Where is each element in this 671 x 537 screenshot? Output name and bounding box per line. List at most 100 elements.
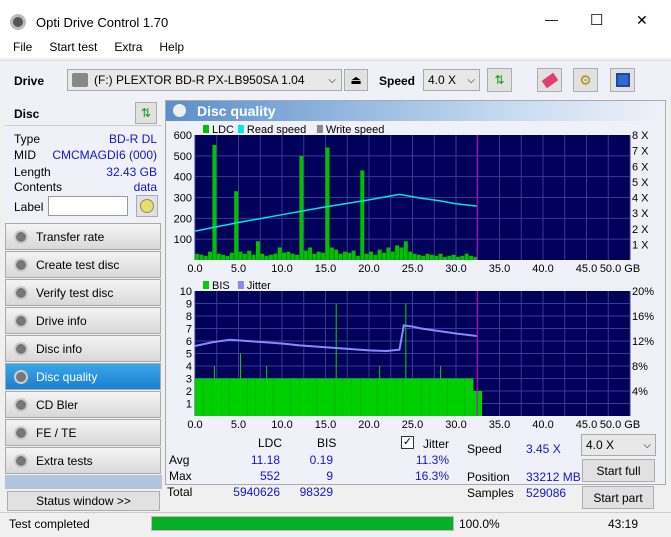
ldc-bar <box>408 251 413 260</box>
ldc-bar <box>464 253 469 260</box>
y-tick-label: 9 <box>186 299 192 311</box>
y2-tick-label: 8 X <box>632 130 649 142</box>
ldc-bar <box>251 254 256 260</box>
y-tick-label: 1 <box>186 399 192 411</box>
speed-stat-label: Speed <box>467 442 502 456</box>
status-bar: Test completed 100.0% 43:19 <box>0 512 671 537</box>
ldc-bar <box>438 253 443 260</box>
ldc-bar <box>425 253 430 260</box>
x-tick-label: 20.0 <box>358 263 379 275</box>
bis-bar <box>360 378 369 416</box>
ldc-bar <box>208 251 213 260</box>
ldc-bar <box>456 256 460 260</box>
ldc-bar <box>308 247 313 260</box>
ldc-bar <box>264 255 269 260</box>
legend-label: LDC <box>212 124 234 136</box>
ldc-bar <box>229 252 234 260</box>
ldc-bar <box>212 145 217 260</box>
bis-bar <box>464 378 474 416</box>
bis-bar <box>412 378 422 416</box>
bis-total: 98329 <box>299 485 333 499</box>
y2-tick-label: 3 X <box>632 208 649 220</box>
x-tick-label: 5.0 <box>231 263 246 275</box>
y-tick-label: 500 <box>174 151 192 163</box>
ldc-bar <box>373 254 378 260</box>
ldc-bar <box>282 252 286 260</box>
ldc-max: 552 <box>259 469 280 483</box>
legend-label: Jitter <box>247 280 271 292</box>
y-tick-label: 200 <box>174 213 192 225</box>
elapsed-time: 43:19 <box>608 517 639 531</box>
bis-bar <box>273 378 282 416</box>
legend-label: BIS <box>212 280 230 292</box>
ldc-bar <box>260 253 265 260</box>
ldc-bar <box>412 253 417 260</box>
ldc-bar <box>416 254 421 260</box>
bis-bar <box>438 378 448 416</box>
y-tick-label: 7 <box>186 324 192 336</box>
ldc-bar <box>277 247 282 260</box>
y-tick-label: 10 <box>180 286 192 298</box>
ldc-bar <box>403 241 408 260</box>
ldc-bar <box>469 255 474 260</box>
start-full-label: Start full <box>596 463 641 478</box>
legend-label: Read speed <box>247 124 306 136</box>
ldc-bar <box>421 255 426 260</box>
ldc-bar <box>268 254 273 260</box>
y2-tick-label: 1 X <box>632 239 649 251</box>
ldc-bar <box>221 254 226 260</box>
bis-bar <box>282 378 291 416</box>
position-value: 33212 MB <box>526 470 581 484</box>
ldc-bar <box>386 247 391 260</box>
ldc-bar <box>238 251 243 260</box>
ldc-bar <box>351 250 356 260</box>
ldc-bar <box>429 254 434 260</box>
x-tick-label: 10.0 <box>271 263 292 275</box>
progress-text: 100.0% <box>459 517 500 531</box>
bis-bar <box>386 378 396 416</box>
y2-tick-label: 16% <box>632 311 654 323</box>
ldc-bar <box>447 255 452 260</box>
bis-bar <box>334 378 343 416</box>
ldc-bar <box>295 254 300 260</box>
bis-bar <box>290 378 300 416</box>
speed-stat-value: 3.45 X <box>526 442 561 456</box>
position-label: Position <box>467 470 510 484</box>
x-tick-label: 45.0 <box>576 263 597 275</box>
y2-tick-label: 8% <box>632 361 648 373</box>
legend-swatch <box>203 281 209 289</box>
y-tick-label: 8 <box>186 311 192 323</box>
bis-bar <box>447 378 456 416</box>
bis-bar <box>308 378 317 416</box>
ldc-bar <box>347 252 352 260</box>
ldc-bar <box>369 251 373 260</box>
start-part-button[interactable]: Start part <box>582 486 654 509</box>
x-tick-label: 50.0 GB <box>600 263 640 275</box>
y2-tick-label: 12% <box>632 336 654 348</box>
ldc-bar <box>390 251 395 260</box>
y2-tick-label: 20% <box>632 286 654 298</box>
bis-bar <box>456 378 465 416</box>
ldc-total: 5940626 <box>233 485 280 499</box>
ldc-bar <box>216 253 221 260</box>
bis-bar <box>325 378 335 416</box>
ldc-bar <box>290 253 295 260</box>
y2-tick-label: 5 X <box>632 177 649 189</box>
bis-bar <box>238 378 248 416</box>
bis-bar <box>351 378 361 416</box>
progress-bar <box>151 516 454 531</box>
legend-swatch <box>316 125 323 133</box>
y-tick-label: 300 <box>174 193 192 205</box>
y2-tick-label: 6 X <box>632 161 649 173</box>
ldc-bar <box>255 241 260 260</box>
start-full-button[interactable]: Start full <box>582 459 655 482</box>
ldc-bar <box>451 254 456 260</box>
y-tick-label: 5 <box>186 349 192 361</box>
jitter-checkbox[interactable]: ✓ <box>401 436 414 449</box>
x-tick-label: 35.0 <box>489 263 510 275</box>
ldc-bar <box>203 255 208 260</box>
bis-bar <box>229 378 239 416</box>
test-speed-select[interactable]: 4.0 X ⌵ <box>581 434 656 456</box>
bis-bar <box>342 378 352 416</box>
bis-bar <box>299 378 309 416</box>
